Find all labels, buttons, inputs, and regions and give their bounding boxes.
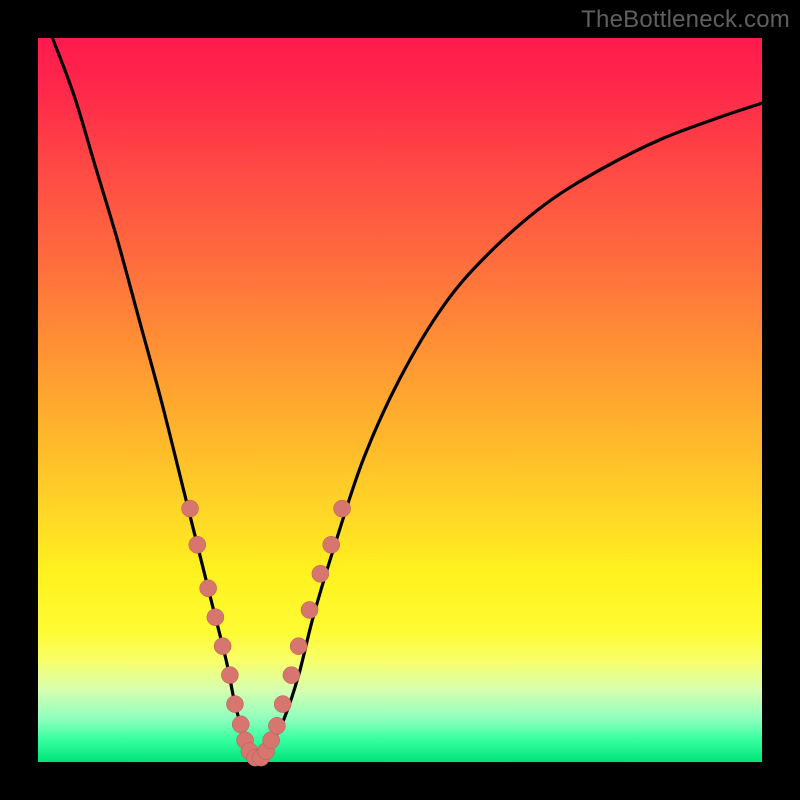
highlight-dot	[301, 601, 318, 618]
highlight-dot	[290, 638, 307, 655]
highlight-dot	[268, 717, 285, 734]
highlight-dot	[200, 580, 217, 597]
highlight-dot	[232, 716, 249, 733]
highlight-dot	[189, 536, 206, 553]
plot-area	[38, 38, 762, 762]
highlight-dot	[323, 536, 340, 553]
curve-svg	[38, 38, 762, 762]
highlight-dot	[334, 500, 351, 517]
highlight-dots	[182, 500, 351, 766]
highlight-dot	[274, 696, 291, 713]
highlight-dot	[226, 696, 243, 713]
highlight-dot	[214, 638, 231, 655]
highlight-dot	[312, 565, 329, 582]
highlight-dot	[182, 500, 199, 517]
watermark-text: TheBottleneck.com	[581, 6, 790, 34]
highlight-dot	[221, 667, 238, 684]
highlight-dot	[283, 667, 300, 684]
chart-frame: TheBottleneck.com	[0, 0, 800, 800]
highlight-dot	[207, 609, 224, 626]
bottleneck-curve	[52, 38, 762, 760]
